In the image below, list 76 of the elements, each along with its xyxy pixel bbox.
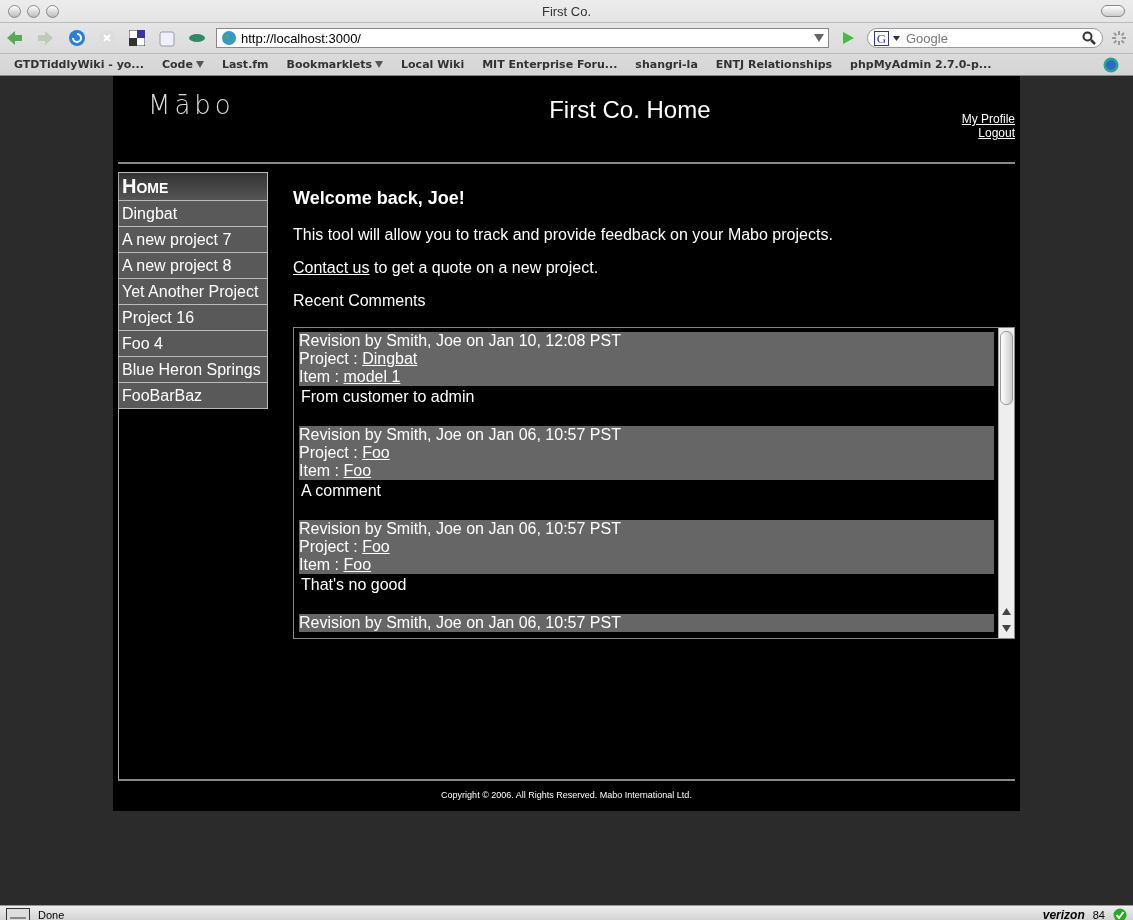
sidebar-item[interactable]: Blue Heron Springs xyxy=(119,357,268,383)
welcome-heading: Welcome back, Joe! xyxy=(293,188,466,209)
window-title: First Co. xyxy=(541,3,592,19)
caret-icon[interactable] xyxy=(375,61,384,68)
close-button[interactable] xyxy=(8,4,21,18)
copyright-text: Copyright © 2006. All Rights Reserved. Mabo International Ltd. xyxy=(441,790,692,800)
user-link[interactable]: Logout xyxy=(978,126,1015,140)
minimize-button[interactable] xyxy=(27,4,40,18)
stumbleupon-icon[interactable] xyxy=(1103,56,1119,73)
reload-button[interactable] xyxy=(66,28,88,48)
revision-text: Revision by Smith, Joe on Jan 10, 12:08 PST xyxy=(299,332,622,350)
tag-icon[interactable] xyxy=(156,28,178,48)
globe-icon xyxy=(221,30,237,46)
revision-text: Revision by Smith, Joe on Jan 06, 10:57 PST xyxy=(299,614,622,632)
carrier-text: verizon xyxy=(1042,908,1085,920)
user-link[interactable]: My Profile xyxy=(961,112,1015,126)
scrollbar[interactable] xyxy=(998,328,1014,638)
bookmark-item[interactable]: phpMyAdmin 2.7.0-p... xyxy=(850,58,992,71)
project-link[interactable]: Foo xyxy=(362,444,390,461)
zoom-button[interactable] xyxy=(46,4,59,18)
status-text: Done xyxy=(38,909,65,920)
toolbar-toggle-button[interactable] xyxy=(1101,5,1125,17)
contact-link[interactable]: Contact us xyxy=(293,259,370,276)
project-link[interactable]: Dingbat xyxy=(362,350,418,367)
page-title: First Co. Home xyxy=(549,96,711,123)
search-engine-button[interactable]: G xyxy=(874,30,889,46)
comment-text: A comment xyxy=(301,482,382,499)
sidebar-item[interactable]: Yet Another Project xyxy=(119,279,268,305)
bookmark-item[interactable]: MIT Enterprise Foru... xyxy=(482,58,618,71)
scroll-down-icon[interactable] xyxy=(1001,624,1012,634)
intro-text: This tool will allow you to track and provide feedback on your Mabo projects. xyxy=(293,226,834,244)
sidebar-item[interactable]: Dingbat xyxy=(119,201,268,227)
sidebar-item[interactable]: Foo 4 xyxy=(119,331,268,357)
sidebar-item[interactable]: A new project 7 xyxy=(119,227,268,253)
project-line: Project : Dingbat xyxy=(299,350,419,368)
caret-icon[interactable] xyxy=(893,35,900,41)
comment-text: From customer to admin xyxy=(301,388,475,405)
sidebar-item[interactable]: A new project 8 xyxy=(119,253,268,279)
sidebar-item[interactable]: Home xyxy=(119,172,268,201)
signal-text: 84 xyxy=(1092,909,1105,920)
search-icon[interactable] xyxy=(1082,31,1096,45)
bookmark-item[interactable]: Last.fm xyxy=(221,58,269,71)
bookmark-item[interactable]: shangri-la xyxy=(635,58,698,71)
spinner-icon xyxy=(1111,30,1127,46)
check-icon xyxy=(1113,908,1127,920)
revision-text: Revision by Smith, Joe on Jan 06, 10:57 PST xyxy=(299,426,622,444)
contact-text: to get a quote on a new project. xyxy=(373,259,599,276)
bookmark-item[interactable]: Code xyxy=(161,58,204,71)
item-link[interactable]: Foo xyxy=(343,556,372,573)
project-line: Project : Foo xyxy=(299,538,391,556)
scroll-up-icon[interactable] xyxy=(1001,606,1012,616)
item-link[interactable]: Foo xyxy=(343,462,372,479)
address-field[interactable]: http://localhost:3000/ xyxy=(216,28,829,48)
comment-text: That's no good xyxy=(301,576,407,593)
sidebar-item[interactable]: Project 16 xyxy=(119,305,268,331)
scroll-thumb[interactable] xyxy=(1000,331,1013,405)
project-line: Project : Foo xyxy=(299,444,391,462)
revision-text: Revision by Smith, Joe on Jan 06, 10:57 PST xyxy=(299,520,622,538)
dropdown-icon[interactable] xyxy=(814,34,824,42)
item-line: Item : Foo xyxy=(299,462,373,480)
section-heading: Recent Comments xyxy=(293,292,427,310)
sidebar-item[interactable]: FooBarBaz xyxy=(119,383,268,409)
status-icon[interactable] xyxy=(6,908,30,920)
go-icon[interactable] xyxy=(841,31,855,45)
search-field[interactable]: G Google xyxy=(867,28,1103,48)
bookmark-item[interactable]: GTDTiddlyWiki - yo... xyxy=(14,58,144,71)
bookmark-item[interactable]: Bookmarklets xyxy=(286,58,384,71)
bookmark-item[interactable]: ENTJ Relationships xyxy=(715,58,833,71)
item-line: Item : model 1 xyxy=(299,368,402,386)
logo: Mābo xyxy=(148,90,235,120)
grid-icon[interactable] xyxy=(126,28,148,48)
item-link[interactable]: model 1 xyxy=(343,368,401,385)
bookmark-item[interactable]: Local Wiki xyxy=(401,58,465,71)
caret-icon[interactable] xyxy=(195,61,204,68)
project-link[interactable]: Foo xyxy=(362,538,390,555)
item-line: Item : Foo xyxy=(299,556,373,574)
